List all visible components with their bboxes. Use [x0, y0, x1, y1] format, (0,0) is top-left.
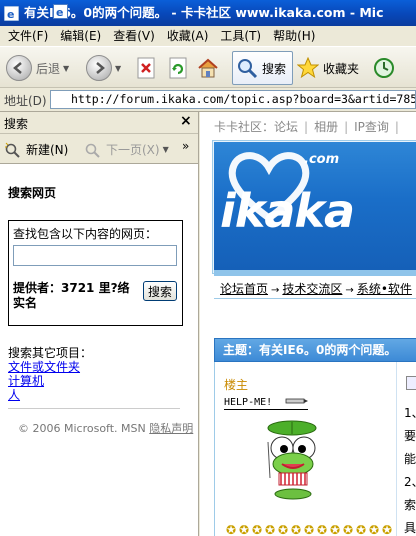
post-doc-icon[interactable] — [406, 376, 416, 390]
forward-dropdown-icon[interactable]: ▼ — [115, 64, 121, 73]
history-button[interactable] — [372, 51, 396, 85]
search-prompt: 查找包含以下内容的网页： — [13, 227, 158, 241]
privacy-link[interactable]: 隐私声明 — [149, 422, 193, 435]
menu-favorites[interactable]: 收藏(A) — [161, 26, 215, 46]
site-nav: 卡卡社区：论坛 | 相册 | IP查询 | — [214, 120, 399, 134]
search-heading: 搜索网页 — [8, 186, 57, 200]
search-form: 查找包含以下内容的网页： 提供者：3721 里?络实名 搜索 — [8, 220, 183, 326]
next-page-label: 下一页(X) — [106, 143, 160, 157]
menu-file[interactable]: 文件(F) — [2, 26, 54, 46]
star-icon — [296, 56, 320, 80]
star-icon: ✪ — [343, 523, 354, 536]
crumb-forum-home[interactable]: 论坛首页 — [220, 282, 268, 296]
rating-stars: ✪ ✪ ✪ ✪ ✪ ✪ ✪ ✪ ✪ ✪ ✪ ✪ ✪ — [226, 524, 394, 536]
menu-edit[interactable]: 编辑(E) — [54, 26, 107, 46]
search-button[interactable]: 搜索 — [143, 281, 177, 301]
logo-com: .com — [304, 152, 340, 167]
crumb-arrow-icon: → — [271, 285, 280, 296]
new-search-label: 新建(N) — [26, 143, 69, 157]
menu-view[interactable]: 查看(V) — [107, 26, 161, 46]
favorites-label: 收藏夹 — [323, 61, 360, 76]
magnifier-icon — [235, 56, 259, 80]
search-pane-header: 搜索 × — [0, 112, 198, 134]
new-search-icon — [5, 142, 20, 158]
menu-help[interactable]: 帮助(H) — [267, 26, 321, 46]
star-icon: ✪ — [252, 523, 263, 536]
breadcrumb-rule — [214, 298, 416, 299]
topic-title: 主题：有关IE6。0的两个问题。 — [214, 338, 416, 362]
toolbar: 后退 ▼ ▼ 搜索 收藏夹 — [0, 46, 416, 88]
back-label: 后退 — [36, 61, 61, 76]
site-nav-ip[interactable]: IP查询 — [354, 120, 389, 134]
star-icon: ✪ — [239, 523, 250, 536]
next-dropdown-icon[interactable]: ▼ — [163, 145, 169, 154]
post-body: 1、 要 能 2、 索 具 — [404, 406, 416, 535]
crumb-system[interactable]: 系统•软件 — [357, 282, 412, 296]
banner-bar — [214, 270, 416, 276]
menu-bar: 文件(F) 编辑(E) 查看(V) 收藏(A) 工具(T) 帮助(H) — [0, 26, 416, 46]
svg-text:e: e — [7, 8, 14, 21]
site-nav-forum[interactable]: 论坛 — [274, 120, 298, 134]
home-button[interactable] — [196, 51, 220, 85]
star-icon: ✪ — [304, 523, 315, 536]
ie-app-icon: e — [4, 6, 19, 21]
search-pane-title: 搜索 — [4, 117, 29, 131]
footer: © 2006 Microsoft. MSN 隐私声明 — [18, 420, 193, 436]
web-content: 卡卡社区：论坛 | 相册 | IP查询 | .com ikaka 论坛首页 → 技术交流区 → 系… — [200, 112, 416, 536]
star-icon: ✪ — [330, 523, 341, 536]
pencil-icon — [285, 398, 309, 404]
author-name-text: HELP-ME! — [224, 397, 273, 408]
refresh-button[interactable] — [166, 51, 190, 85]
forward-button[interactable]: ▼ — [86, 51, 121, 85]
page-ie-icon: e — [53, 4, 68, 19]
star-icon: ✪ — [226, 523, 237, 536]
stop-button[interactable] — [134, 51, 158, 85]
site-nav-album[interactable]: 相册 — [314, 120, 338, 134]
star-icon: ✪ — [369, 523, 380, 536]
author-role: 楼主 — [224, 378, 249, 392]
crumb-tech[interactable]: 技术交流区 — [282, 282, 342, 296]
star-icon: ✪ — [278, 523, 289, 536]
star-icon: ✪ — [291, 523, 302, 536]
provider-label: 提供者：3721 里?络实名 — [13, 281, 130, 310]
favorites-button[interactable]: 收藏夹 — [296, 51, 359, 85]
site-logo[interactable]: ikaka — [220, 184, 355, 238]
avatar — [267, 420, 317, 500]
search-pane: 搜索 × 新建(N) 下一页(X) ▼ » 搜索网页 查找包含以下内容的网页： … — [0, 112, 199, 536]
address-input[interactable]: http://forum.ikaka.com/topic.asp?board=3… — [50, 90, 416, 109]
search-input[interactable] — [13, 245, 177, 266]
breadcrumb: 论坛首页 → 技术交流区 → 系统•软件 — [220, 280, 412, 297]
footer-copyright: © 2006 Microsoft. MSN — [18, 422, 150, 435]
star-icon: ✪ — [356, 523, 367, 536]
site-nav-home[interactable]: 卡卡社区： — [214, 120, 274, 134]
search-toolbar-button[interactable]: 搜索 — [232, 51, 294, 85]
new-search-button[interactable]: 新建(N) — [4, 141, 68, 158]
stop-icon — [134, 56, 158, 80]
search-toolbar-label: 搜索 — [262, 61, 287, 76]
menu-tools[interactable]: 工具(T) — [214, 26, 267, 46]
link-people[interactable]: 人 — [8, 386, 20, 403]
star-icon: ✪ — [265, 523, 276, 536]
back-dropdown-icon[interactable]: ▼ — [63, 64, 69, 73]
chevron-right-icon[interactable]: » — [182, 139, 189, 153]
close-icon[interactable]: × — [180, 113, 192, 129]
back-arrow-icon — [6, 55, 32, 81]
history-icon — [372, 56, 396, 80]
crumb-arrow-icon: → — [345, 285, 354, 296]
next-page-button[interactable]: 下一页(X) ▼ — [84, 141, 169, 158]
address-bar: 地址(D) http://forum.ikaka.com/topic.asp?b… — [0, 88, 416, 112]
divider — [8, 408, 180, 409]
refresh-icon — [166, 56, 190, 80]
svg-text:e: e — [56, 6, 63, 19]
search-pane-toolbar: 新建(N) 下一页(X) ▼ » — [0, 134, 198, 164]
star-icon: ✪ — [382, 523, 393, 536]
author-name[interactable]: HELP-ME! — [224, 397, 309, 410]
address-label: 地址(D) — [4, 94, 47, 108]
back-button[interactable]: 后退 ▼ — [6, 51, 69, 85]
forward-arrow-icon — [86, 55, 112, 81]
next-page-icon — [85, 143, 100, 158]
home-icon — [196, 56, 220, 80]
star-icon: ✪ — [317, 523, 328, 536]
